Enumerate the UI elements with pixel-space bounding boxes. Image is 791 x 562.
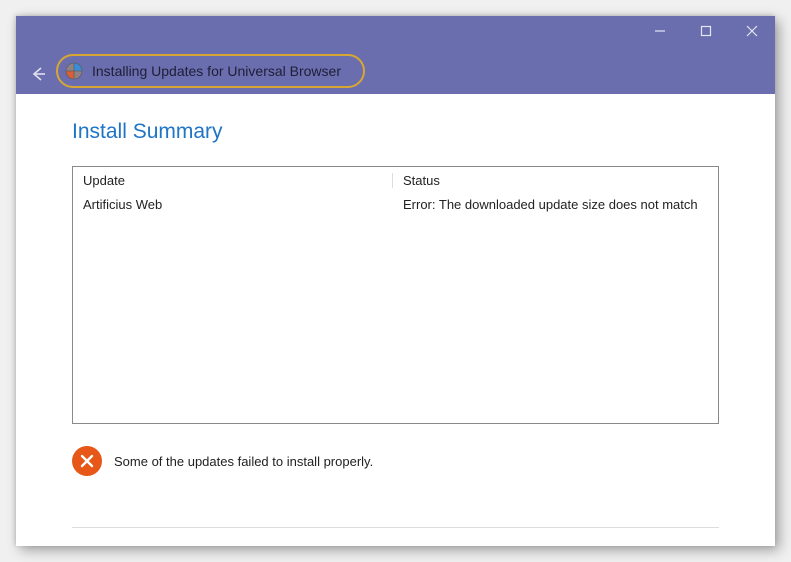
title-pill: Installing Updates for Universal Browser — [56, 54, 365, 88]
updates-table: Update Status Artificius Web Error: The … — [72, 166, 719, 424]
close-icon — [746, 25, 758, 37]
col-header-status[interactable]: Status — [393, 173, 718, 188]
back-arrow-icon — [29, 65, 47, 83]
installer-window: Installing Updates for Universal Browser… — [16, 16, 775, 546]
body: Install Summary Update Status Artificius… — [16, 94, 775, 546]
footer-separator — [72, 527, 719, 528]
window-controls — [637, 16, 775, 46]
table-header-row: Update Status — [73, 167, 718, 193]
minimize-icon — [654, 25, 666, 37]
table-row[interactable]: Artificius Web Error: The downloaded upd… — [73, 193, 718, 215]
maximize-icon — [700, 25, 712, 37]
page-heading: Install Summary — [72, 120, 719, 144]
titlebar: Installing Updates for Universal Browser — [16, 16, 775, 94]
maximize-button[interactable] — [683, 16, 729, 46]
window-title: Installing Updates for Universal Browser — [92, 63, 341, 79]
cell-update-status: Error: The downloaded update size does n… — [393, 197, 718, 212]
app-icon — [64, 61, 84, 81]
close-button[interactable] — [729, 16, 775, 46]
status-row: Some of the updates failed to install pr… — [72, 446, 719, 476]
back-button[interactable] — [26, 62, 50, 86]
error-icon — [72, 446, 102, 476]
minimize-button[interactable] — [637, 16, 683, 46]
col-header-update[interactable]: Update — [73, 173, 393, 188]
status-message: Some of the updates failed to install pr… — [114, 454, 373, 469]
cell-update-name: Artificius Web — [73, 197, 393, 212]
